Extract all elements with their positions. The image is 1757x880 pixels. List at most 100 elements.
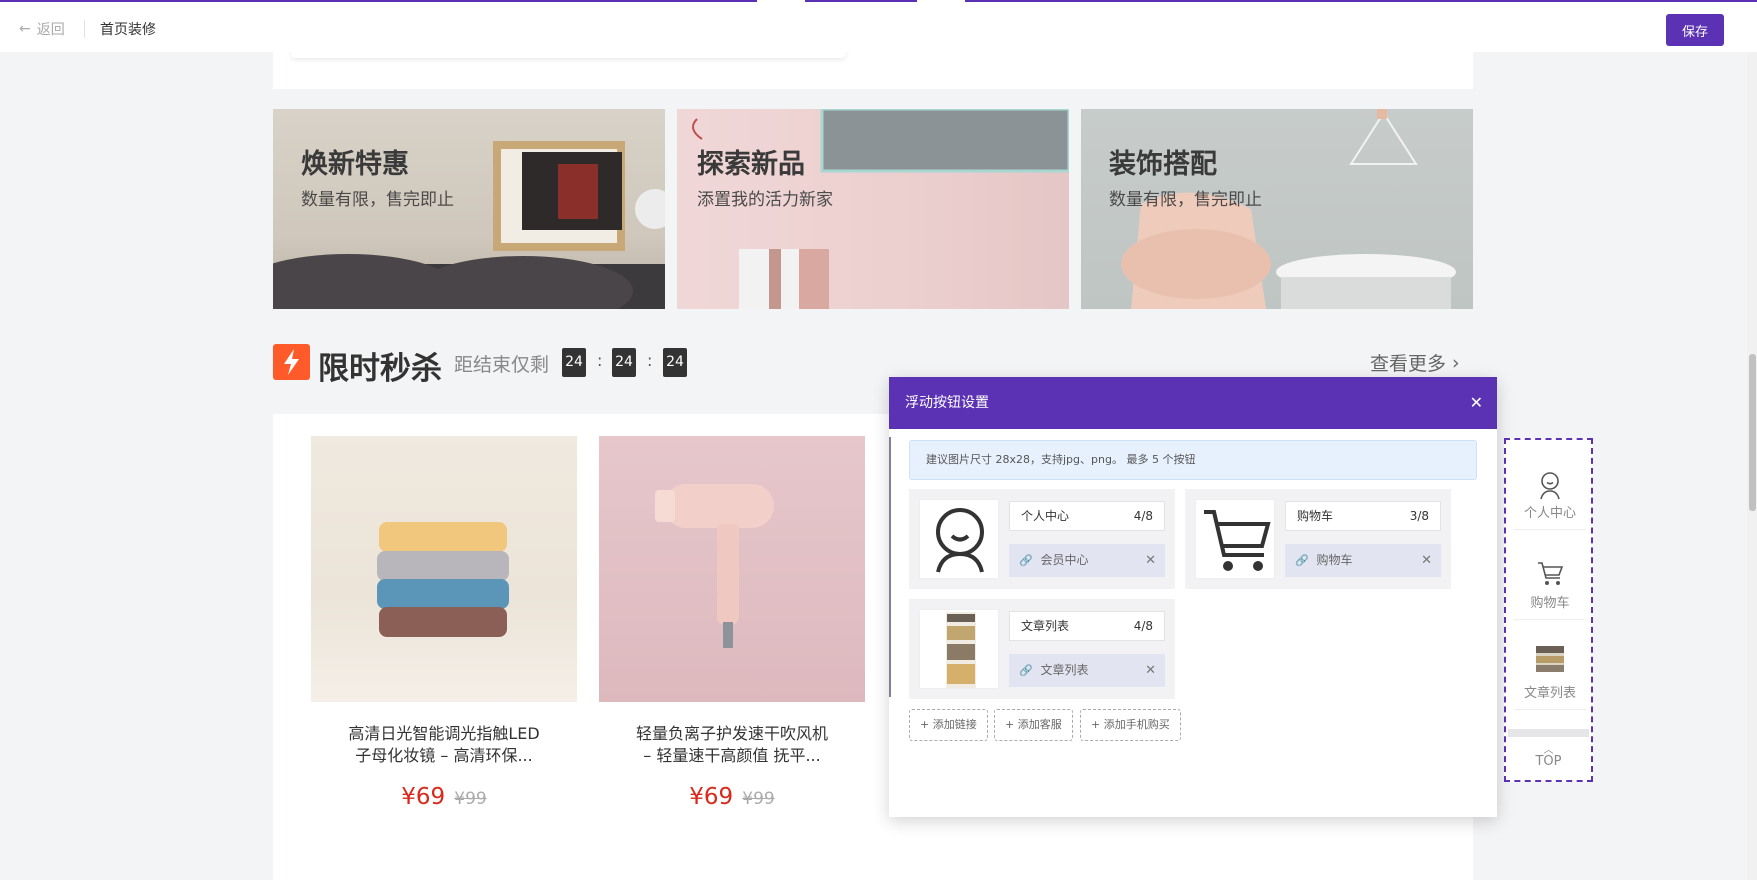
countdown-seconds: 24 — [663, 348, 687, 377]
dialog-header: 浮动按钮设置 ✕ — [889, 377, 1497, 429]
arrow-left-icon: ← — [19, 21, 31, 37]
view-more-link[interactable]: 查看更多 › — [1370, 349, 1460, 376]
button-config-card: 个人中心 4/8 🔗 会员中心 ✕ — [909, 489, 1175, 589]
view-more-label: 查看更多 — [1370, 353, 1447, 375]
hair-dryer-illustration — [655, 484, 774, 648]
button-config-card: 文章列表 4/8 🔗 文章列表 ✕ — [909, 599, 1175, 699]
product-name-line: 轻量负离子护发速干吹风机 — [635, 724, 828, 743]
button-link-field[interactable]: 🔗 会员中心 ✕ — [1009, 544, 1165, 577]
button-link-field[interactable]: 🔗 购物车 ✕ — [1285, 544, 1441, 577]
banner-title: 装饰搭配 — [1109, 149, 1217, 180]
countdown-hours: 24 — [562, 348, 586, 377]
add-phone-purchase-button[interactable]: + 添加手机购买 — [1080, 709, 1181, 741]
countdown-colon: : — [647, 351, 653, 370]
product-name-line: 子母化妆镜 – 高清环保... — [355, 746, 533, 765]
product-name-line: 高清日光智能调光指触LED — [348, 724, 540, 743]
link-value: 文章列表 — [1040, 663, 1089, 677]
char-count: 4/8 — [1133, 509, 1153, 523]
divider — [889, 437, 891, 697]
countdown-colon: : — [597, 351, 603, 370]
floating-buttons-preview[interactable]: 个人中心 购物车 文章列表 ︿ TOP — [1504, 438, 1593, 782]
add-link-button[interactable]: + 添加链接 — [909, 709, 988, 741]
banner-title: 焕新特惠 — [301, 149, 409, 180]
current-price: ¥69 — [689, 784, 734, 810]
back-button[interactable]: ← 返回 — [19, 19, 65, 39]
link-value: 购物车 — [1316, 553, 1353, 567]
person-icon — [1540, 472, 1560, 500]
top-bar: ← 返回 首页装修 保存 — [0, 0, 1757, 52]
article-thumbnail — [1536, 646, 1564, 672]
person-icon — [936, 508, 984, 573]
product-name: 高清日光智能调光指触LED 子母化妆镜 – 高清环保... — [311, 723, 577, 767]
button-name-field[interactable]: 个人中心 4/8 — [1009, 501, 1165, 531]
product-price: ¥69 ¥99 — [599, 784, 865, 810]
product-price: ¥69 ¥99 — [311, 784, 577, 810]
banner-1[interactable]: 焕新特惠 数量有限，售完即止 — [273, 109, 665, 309]
save-button[interactable]: 保存 — [1666, 14, 1724, 46]
button-name-value: 个人中心 — [1021, 509, 1070, 523]
cart-icon — [1204, 510, 1271, 571]
float-item-label: 个人中心 — [1523, 506, 1576, 521]
button-name-field[interactable]: 购物车 3/8 — [1285, 501, 1441, 531]
dialog-title: 浮动按钮设置 — [905, 395, 989, 411]
original-price: ¥99 — [454, 789, 487, 809]
notice-banner: 建议图片尺寸 28x28，支持jpg、png。 最多 5 个按钮 — [909, 440, 1477, 480]
float-item-label: 文章列表 — [1523, 686, 1576, 701]
char-count: 4/8 — [1133, 619, 1153, 633]
preview-separator — [1508, 729, 1589, 737]
button-image-upload[interactable] — [1195, 499, 1275, 579]
add-customer-service-button[interactable]: + 添加客服 — [994, 709, 1073, 741]
back-to-top-label: TOP — [1535, 754, 1562, 769]
button-name-field[interactable]: 文章列表 4/8 — [1009, 611, 1165, 641]
countdown-minutes: 24 — [612, 348, 636, 377]
progress-gap — [917, 0, 965, 2]
floating-button-settings-dialog: 浮动按钮设置 ✕ 建议图片尺寸 28x28，支持jpg、png。 最多 5 个按… — [889, 377, 1497, 817]
float-item-cart[interactable]: 购物车 — [1514, 532, 1586, 620]
product-name: 轻量负离子护发速干吹风机 – 轻量速干高颜值 抚平... — [599, 723, 865, 767]
chevron-right-icon: › — [1452, 351, 1460, 374]
product-image — [599, 436, 865, 702]
original-price: ¥99 — [742, 789, 775, 809]
page-scrollbar[interactable] — [1747, 0, 1757, 880]
article-thumbnail — [946, 612, 976, 688]
button-image-upload[interactable] — [919, 499, 999, 579]
product-name-line: – 轻量速干高颜值 抚平... — [643, 746, 821, 765]
lightning-icon — [273, 344, 310, 380]
link-value: 会员中心 — [1040, 553, 1089, 567]
back-to-top-button[interactable]: ︿ TOP — [1506, 746, 1591, 769]
remove-link-icon[interactable]: ✕ — [1145, 654, 1156, 687]
float-item-personal-center[interactable]: 个人中心 — [1514, 442, 1586, 530]
back-label: 返回 — [36, 22, 65, 38]
product-image — [311, 436, 577, 702]
link-icon: 🔗 — [1019, 554, 1033, 567]
remove-link-icon[interactable]: ✕ — [1145, 544, 1156, 577]
divider — [84, 20, 85, 38]
link-icon: 🔗 — [1019, 664, 1033, 677]
page-title: 首页装修 — [100, 22, 156, 38]
button-name-value: 文章列表 — [1021, 619, 1070, 633]
button-name-value: 购物车 — [1297, 509, 1334, 523]
banner-2[interactable]: 探索新品 添置我的活力新家 — [677, 109, 1069, 309]
close-icon[interactable]: ✕ — [1470, 377, 1483, 429]
cart-icon — [1538, 562, 1564, 585]
banner-subtitle: 数量有限，售完即止 — [1109, 190, 1262, 210]
towel-stack-illustration — [377, 522, 509, 637]
countdown-label: 距结束仅剩 — [454, 354, 550, 376]
current-price: ¥69 — [401, 784, 446, 810]
button-image-upload[interactable] — [919, 609, 999, 689]
product-card[interactable]: 轻量负离子护发速干吹风机 – 轻量速干高颜值 抚平... ¥69 ¥99 — [599, 436, 865, 810]
float-item-article-list[interactable]: 文章列表 — [1514, 622, 1586, 710]
banner-subtitle: 数量有限，售完即止 — [301, 190, 454, 210]
banner-title: 探索新品 — [697, 149, 805, 180]
button-link-field[interactable]: 🔗 文章列表 ✕ — [1009, 654, 1165, 687]
product-card[interactable]: 高清日光智能调光指触LED 子母化妆镜 – 高清环保... ¥69 ¥99 — [311, 436, 577, 810]
link-icon: 🔗 — [1295, 554, 1309, 567]
banner-3[interactable]: 装饰搭配 数量有限，售完即止 — [1081, 109, 1473, 309]
button-config-card: 购物车 3/8 🔗 购物车 ✕ — [1185, 489, 1451, 589]
flash-sale-title: 限时秒杀 — [318, 351, 442, 387]
banner-subtitle: 添置我的活力新家 — [697, 190, 833, 210]
progress-gap — [757, 0, 805, 2]
remove-link-icon[interactable]: ✕ — [1421, 544, 1432, 577]
scrollbar-thumb[interactable] — [1749, 354, 1756, 511]
char-count: 3/8 — [1409, 509, 1429, 523]
